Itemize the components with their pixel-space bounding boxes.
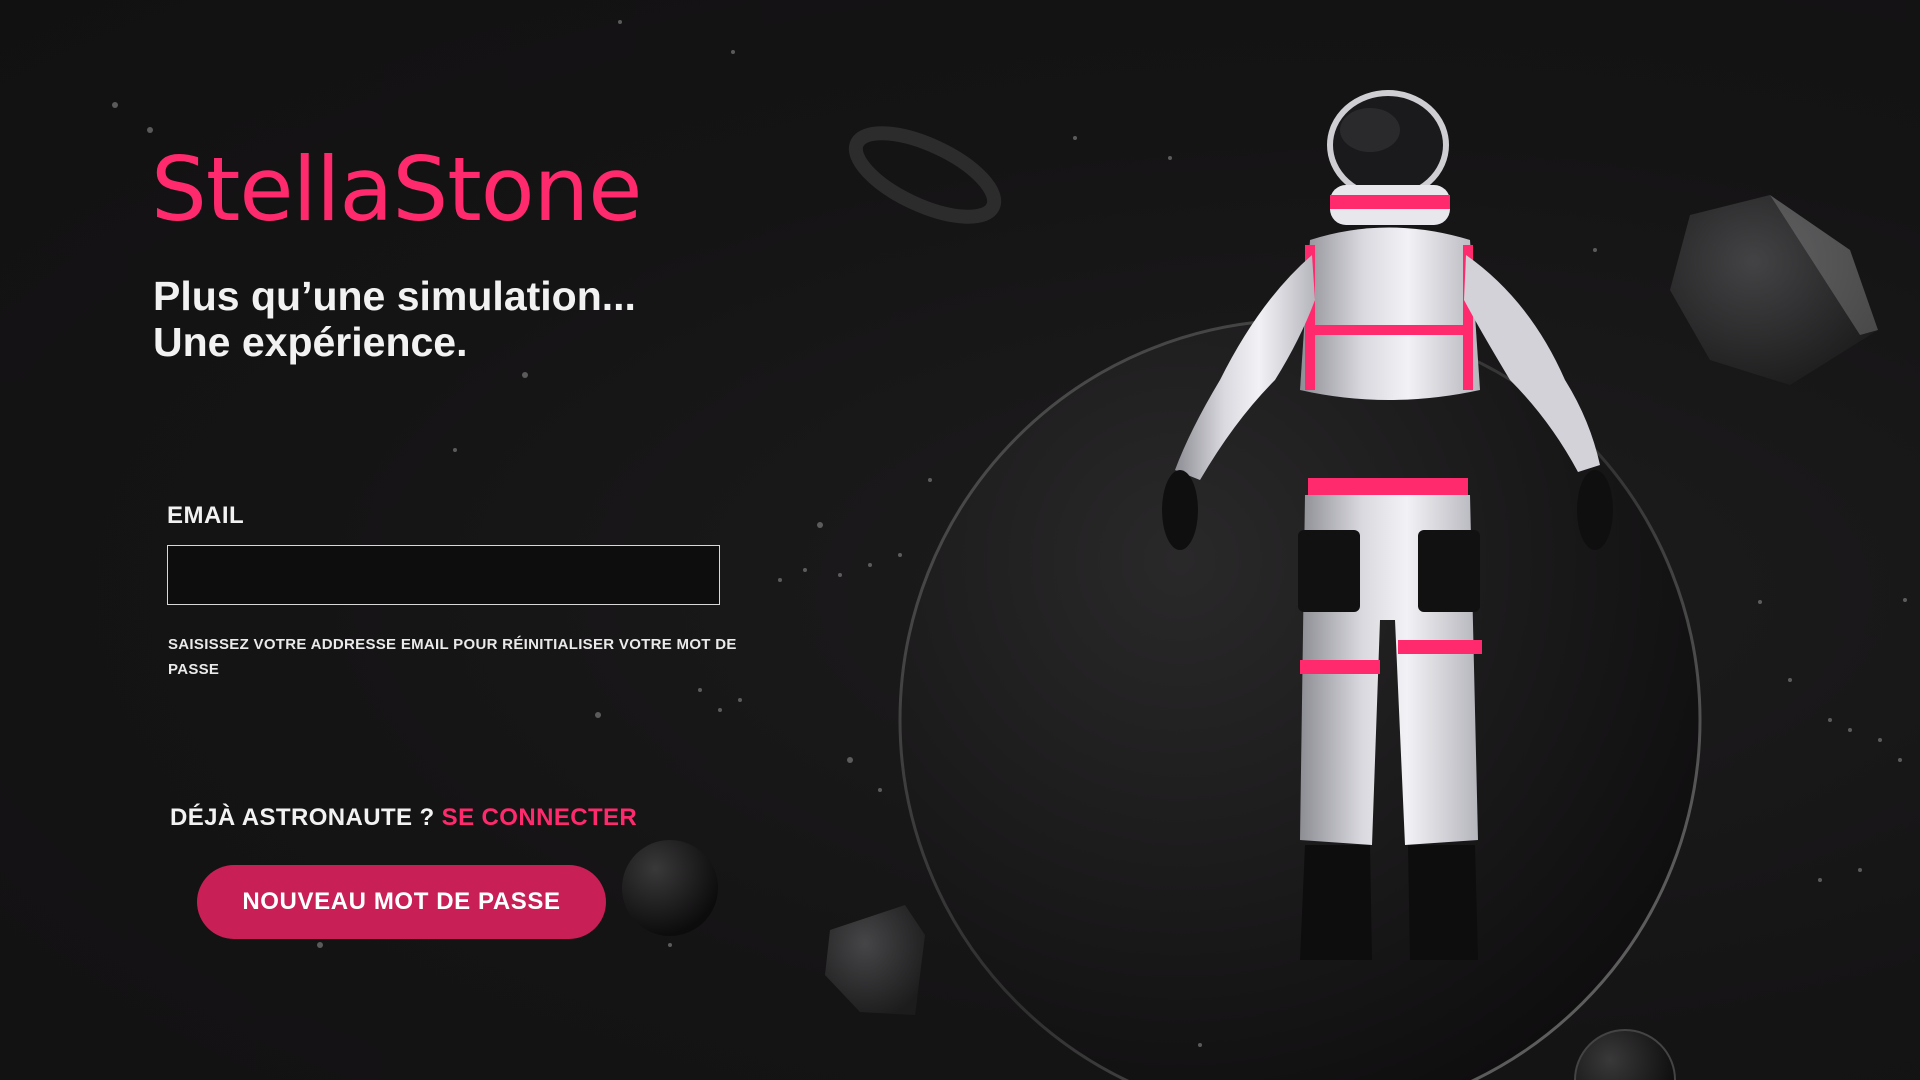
brand-logo-text: StellaStone (151, 138, 642, 241)
login-prompt-line: DÉJÀ ASTRONAUTE ? SE CONNECTER (170, 804, 637, 832)
login-prompt-text: DÉJÀ ASTRONAUTE ? (170, 804, 435, 831)
reset-password-page: StellaStone Plus qu’une simulation... Un… (0, 0, 1920, 1080)
email-label: EMAIL (167, 502, 245, 529)
login-link[interactable]: SE CONNECTER (442, 804, 638, 831)
tagline-line-2: Une expérience. (153, 319, 468, 365)
blurred-ring (848, 126, 1002, 224)
tagline: Plus qu’une simulation... Une expérience… (153, 273, 636, 365)
dark-sphere (622, 840, 718, 936)
email-helper-text: SAISISSEZ VOTRE ADDRESSE EMAIL POUR RÉIN… (168, 636, 737, 678)
email-input[interactable] (167, 545, 720, 605)
tagline-line-1: Plus qu’une simulation... (153, 273, 636, 319)
new-password-button[interactable]: NOUVEAU MOT DE PASSE (197, 865, 606, 939)
rock-bottom (825, 905, 925, 1015)
